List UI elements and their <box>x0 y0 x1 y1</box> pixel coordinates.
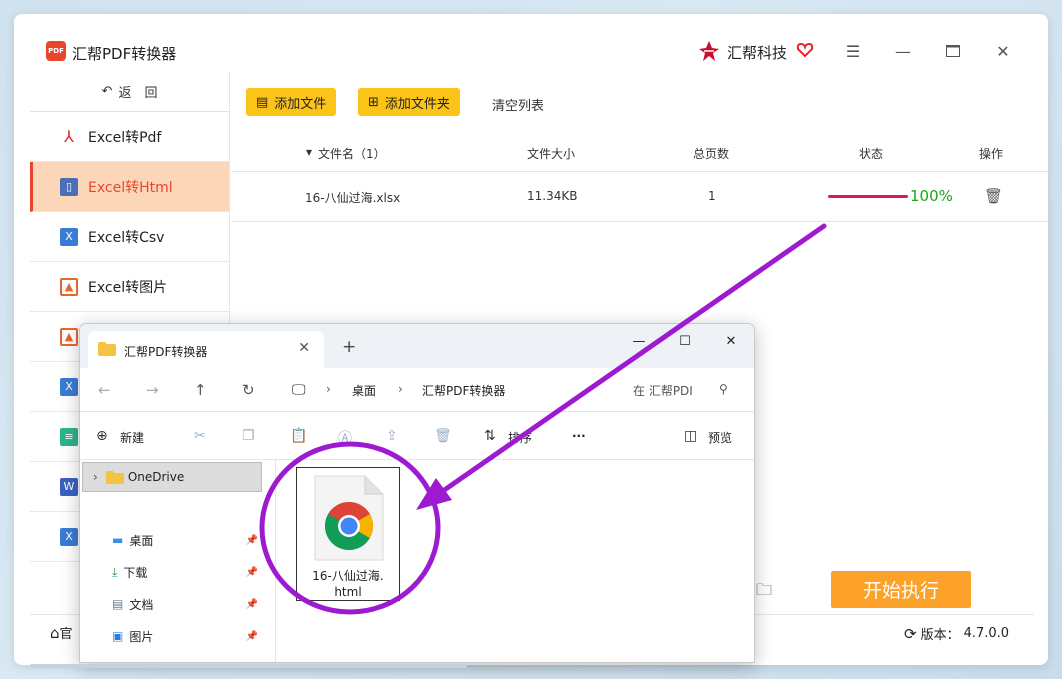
annotation-overlay <box>259 223 827 615</box>
annotation-circle <box>259 441 441 615</box>
horizontal-scrollbar[interactable] <box>30 664 467 668</box>
annotation-arrow-line <box>427 223 827 503</box>
